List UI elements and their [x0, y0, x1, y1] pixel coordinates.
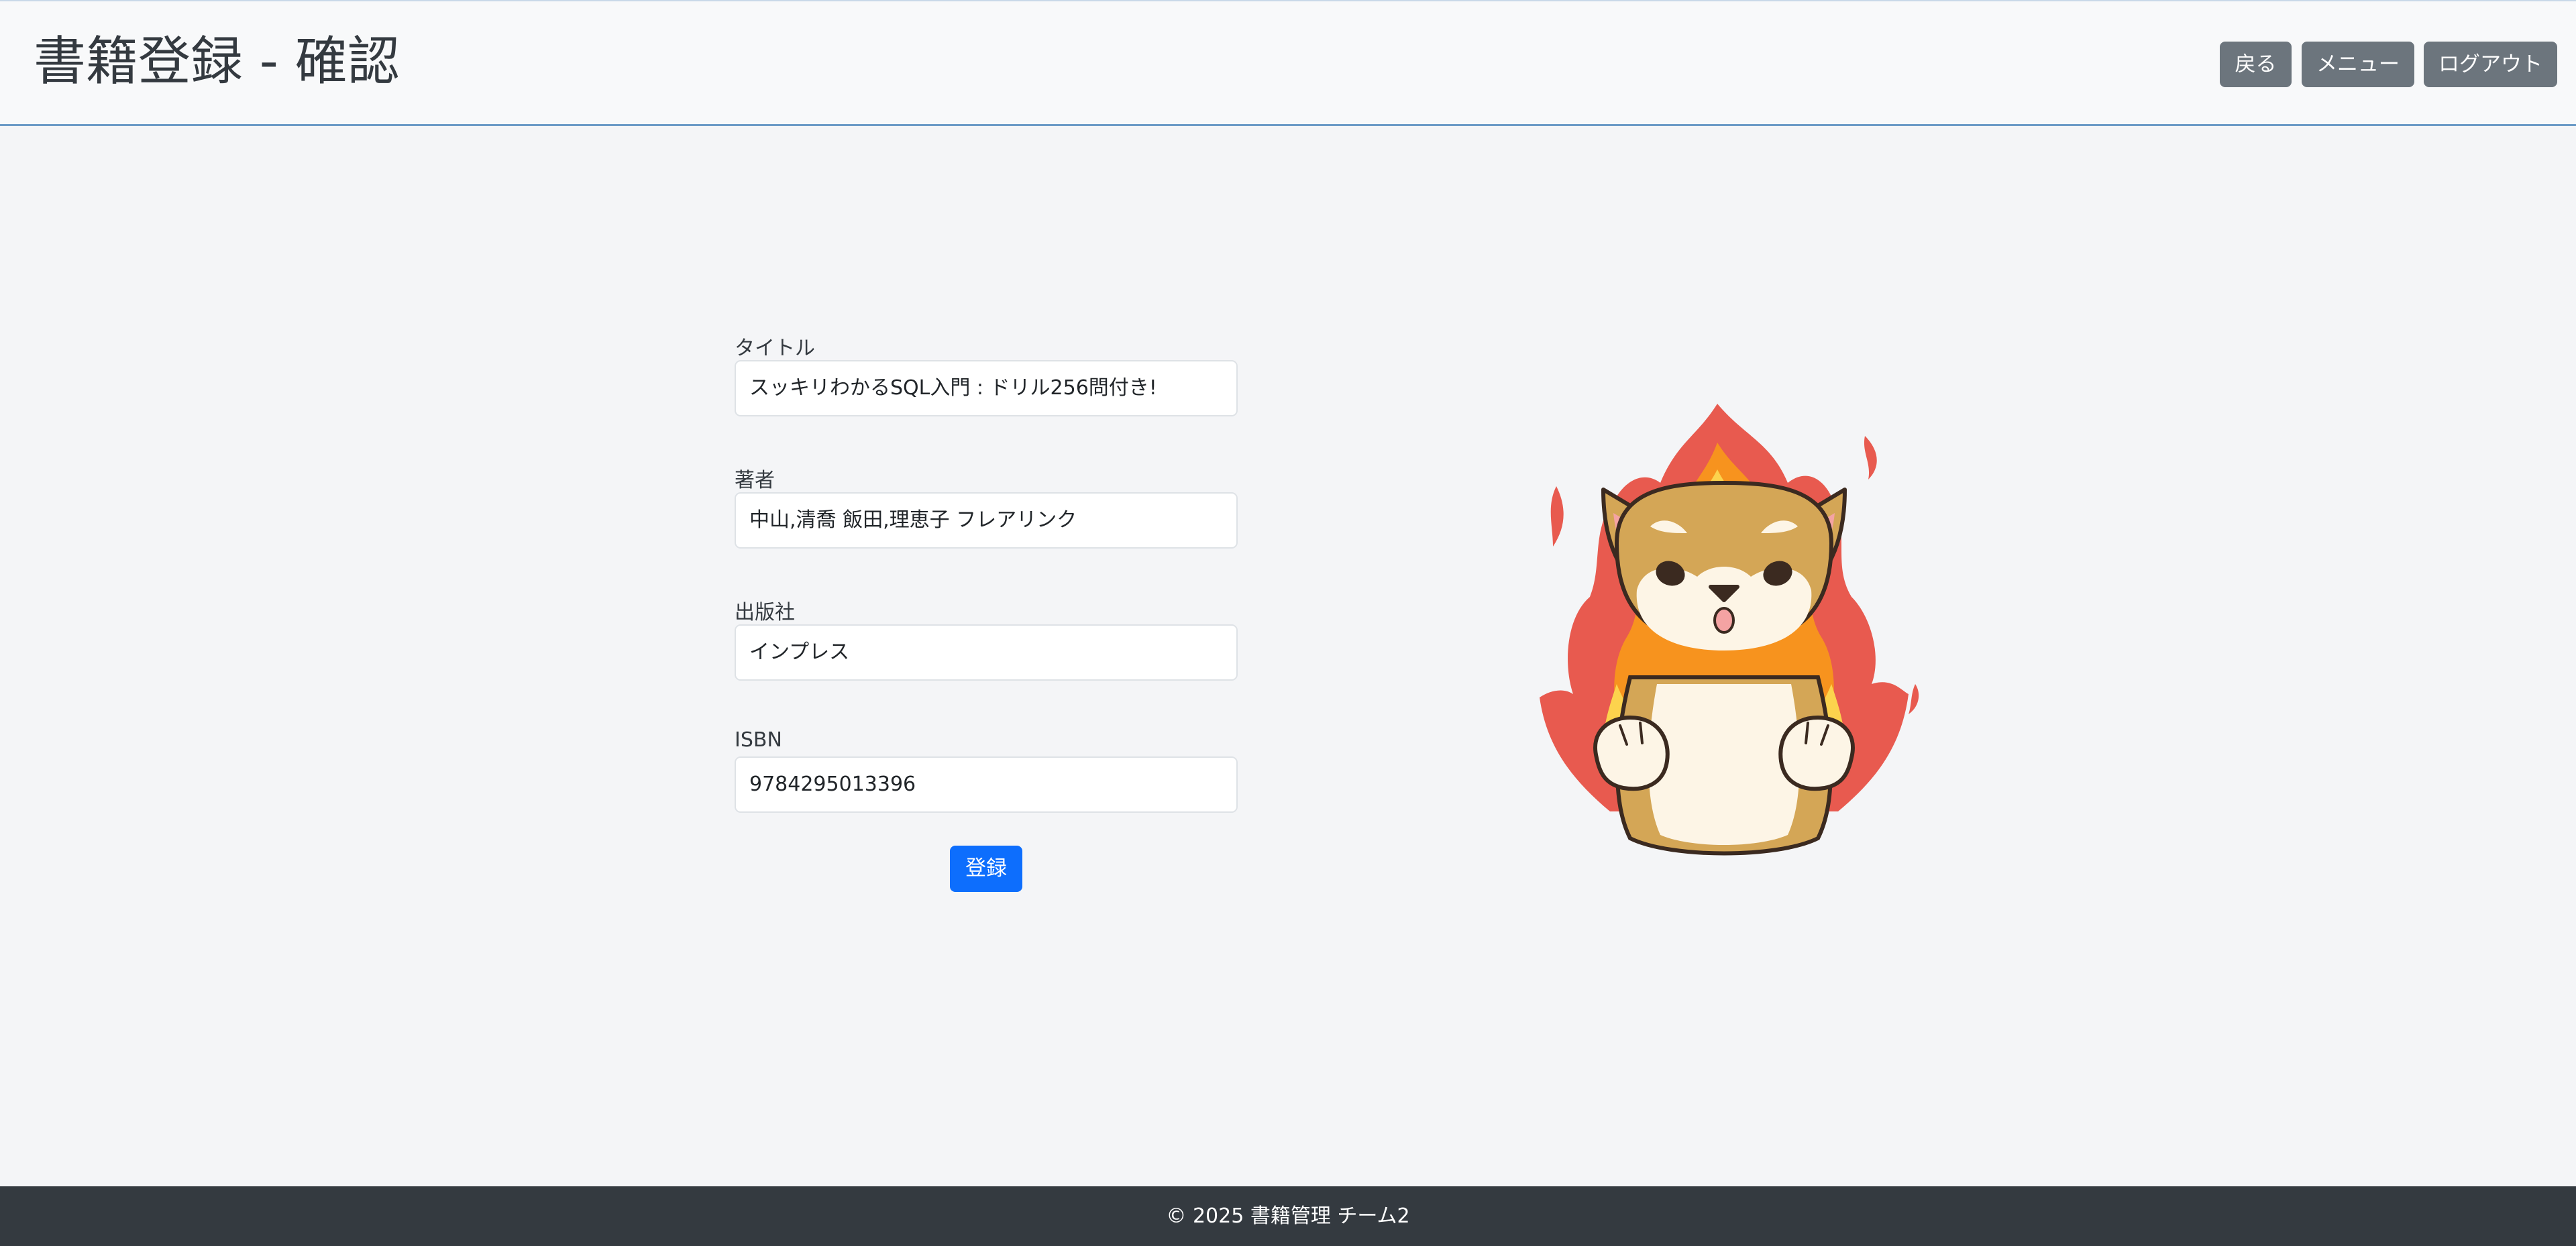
register-button[interactable]: 登録: [950, 846, 1022, 892]
back-button[interactable]: 戻る: [2220, 42, 2292, 87]
title-field[interactable]: スッキリわかるSQL入門 : ドリル256問付き!: [735, 360, 1238, 416]
menu-button[interactable]: メニュー: [2302, 42, 2414, 87]
page-title: 書籍登録 - 確認: [34, 32, 400, 92]
logout-button[interactable]: ログアウト: [2424, 42, 2557, 87]
title-label: タイトル: [735, 337, 815, 360]
angry-shiba-dog-with-flames-icon: [1516, 396, 1932, 865]
author-field[interactable]: 中山,清喬 飯田,理恵子 フレアリンク: [735, 492, 1238, 549]
isbn-field[interactable]: 9784295013396: [735, 756, 1238, 813]
publisher-label: 出版社: [735, 601, 795, 624]
author-label: 著者: [735, 469, 775, 492]
publisher-field[interactable]: インプレス: [735, 624, 1238, 681]
isbn-label: ISBN: [735, 728, 782, 752]
page-footer: © 2025 書籍管理 チーム2: [0, 1186, 2576, 1246]
footer-copyright: © 2025 書籍管理 チーム2: [1166, 1204, 1410, 1228]
page-header: 書籍登録 - 確認 戻る メニュー ログアウト: [0, 0, 2576, 126]
